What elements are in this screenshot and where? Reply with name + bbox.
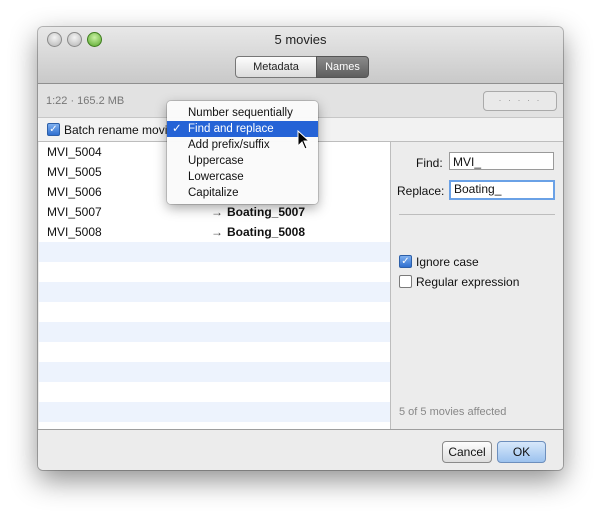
table-row[interactable]: MVI_5008 → Boating_5008 [39,222,390,242]
empty-row [39,362,390,382]
empty-row [39,322,390,342]
menu-item-uppercase[interactable]: Uppercase [167,153,318,169]
dialog-footer: Cancel OK [38,429,563,470]
window-title: 5 movies [274,32,327,47]
empty-row [39,422,390,429]
menu-item-add-prefix-suffix[interactable]: Add prefix/suffix [167,137,318,153]
menu-item-lowercase[interactable]: Lowercase [167,169,318,185]
find-label: Find: [416,156,443,170]
duration-size-label: 1:22 · 165.2 MB [46,95,125,107]
divider [399,214,555,215]
table-row[interactable]: MVI_5007 → Boating_5007 [39,202,390,222]
tab-metadata[interactable]: Metadata [235,56,317,78]
batch-rename-label: Batch rename movi [64,123,168,137]
regular-expression-checkbox[interactable] [399,275,412,288]
empty-row [39,262,390,282]
menu-item-label: Add prefix/suffix [188,139,270,151]
batch-rename-checkbox[interactable]: ✓ [47,123,60,136]
menu-item-label: Number sequentially [188,107,293,119]
replace-field[interactable]: Boating_ [449,180,555,200]
mouse-pointer-icon [297,130,311,150]
menu-item-label: Uppercase [188,155,244,167]
arrow-icon: → [211,205,223,219]
new-name: Boating_5007 [227,205,306,219]
old-name: MVI_5006 [47,185,102,199]
regular-expression-label: Regular expression [416,275,520,289]
affected-count: 5 of 5 movies affected [399,406,507,418]
ok-button[interactable]: OK [497,441,546,463]
rename-options-panel: Find: MVI_ Replace: Boating_ ✓ Ignore ca… [391,142,563,429]
replace-label: Replace: [397,184,445,198]
old-name: MVI_5005 [47,165,102,179]
empty-row [39,342,390,362]
rename-window: 5 movies Metadata Names 1:22 · 165.2 MB … [38,27,563,470]
empty-row [39,402,390,422]
old-name: MVI_5008 [47,225,102,239]
menu-item-capitalize[interactable]: Capitalize [167,185,318,201]
ignore-case-label: Ignore case [416,255,479,269]
find-field[interactable]: MVI_ [449,152,554,170]
menu-item-find-and-replace[interactable]: ✓ Find and replace [167,121,318,137]
empty-row [39,302,390,322]
menu-item-number-sequentially[interactable]: Number sequentially [167,105,318,121]
menu-item-label: Capitalize [188,187,239,199]
old-name: MVI_5007 [47,205,102,219]
empty-row [39,382,390,402]
tab-names[interactable]: Names [316,56,369,78]
new-name: Boating_5008 [227,225,306,239]
title-bar: 5 movies Metadata Names [38,27,563,84]
arrow-icon: → [211,225,223,239]
menu-item-label: Lowercase [188,171,244,183]
old-name: MVI_5004 [47,145,102,159]
ignore-case-checkbox[interactable]: ✓ [399,255,412,268]
empty-row [39,242,390,262]
search-field[interactable]: · · · · · [483,91,557,111]
rename-mode-menu[interactable]: Number sequentially ✓ Find and replace A… [167,101,318,204]
empty-row [39,282,390,302]
menu-item-label: Find and replace [188,123,274,135]
checkmark-icon: ✓ [172,123,182,135]
cancel-button[interactable]: Cancel [442,441,492,463]
